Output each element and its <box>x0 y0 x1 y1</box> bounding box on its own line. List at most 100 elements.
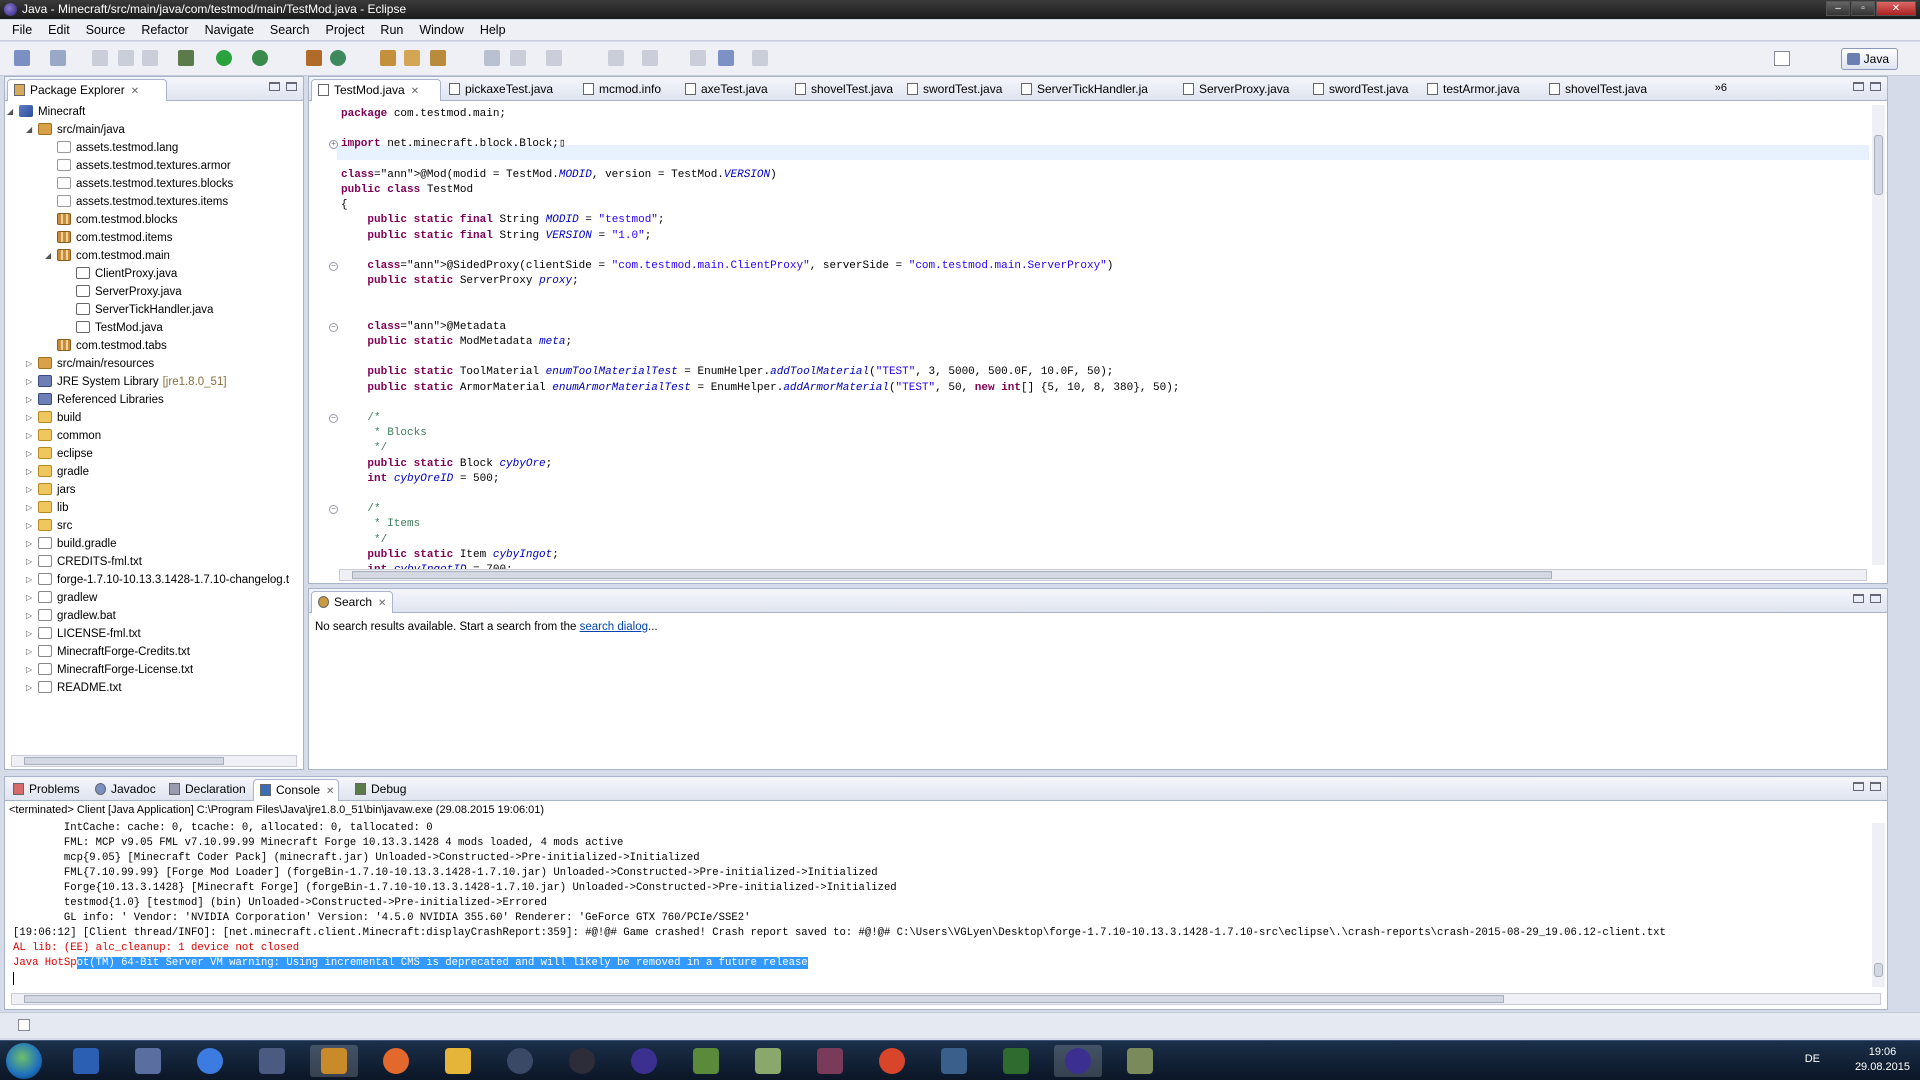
minimize-button[interactable]: – <box>1826 1 1850 16</box>
forward-icon[interactable] <box>718 50 734 66</box>
taskbar-app[interactable] <box>1054 1045 1102 1077</box>
tree-item[interactable]: ServerProxy.java <box>76 283 182 301</box>
close-search-tab-icon[interactable]: ✕ <box>378 598 386 609</box>
save-all-icon[interactable] <box>118 50 134 66</box>
tab-problems[interactable]: Problems <box>7 779 87 801</box>
tab-debug[interactable]: Debug <box>349 779 419 801</box>
editor-tab[interactable]: testArmor.java <box>1421 79 1541 101</box>
maximize-view-icon[interactable] <box>286 82 297 91</box>
taskbar-app[interactable] <box>62 1045 110 1077</box>
menu-navigate[interactable]: Navigate <box>197 23 262 37</box>
expand-arrow-icon[interactable]: ▷ <box>26 463 32 481</box>
taskbar-app[interactable] <box>1116 1045 1164 1077</box>
back-to-icon[interactable] <box>642 50 658 66</box>
console-vertical-scrollbar[interactable] <box>1872 823 1885 987</box>
close-console-tab-icon[interactable]: ✕ <box>326 786 334 797</box>
menu-file[interactable]: File <box>4 23 40 37</box>
expand-arrow-icon[interactable]: ▷ <box>26 499 32 517</box>
annotation-icon[interactable] <box>484 50 500 66</box>
tree-item[interactable]: ▷ eclipse <box>26 445 93 463</box>
vertical-scrollbar[interactable] <box>1872 105 1885 565</box>
console-selected-line[interactable]: Java HotSpot(TM) 64-Bit Server VM warnin… <box>13 956 808 971</box>
tree-item[interactable]: com.testmod.tabs <box>57 337 167 355</box>
tree-item[interactable]: com.testmod.items <box>57 229 173 247</box>
code-line[interactable]: { <box>341 198 348 213</box>
close-button[interactable]: ✕ <box>1876 1 1916 16</box>
tab-javadoc[interactable]: Javadoc <box>89 779 161 801</box>
taskbar-app[interactable] <box>372 1045 420 1077</box>
expand-arrow-icon[interactable]: ▷ <box>26 355 32 373</box>
expand-arrow-icon[interactable]: ▷ <box>26 535 32 553</box>
editor-tab[interactable]: shovelTest.java <box>789 79 899 101</box>
editor-tab[interactable]: TestMod.java ✕ <box>311 79 441 101</box>
expand-arrow-icon[interactable]: ▷ <box>26 571 32 589</box>
taskbar-clock[interactable]: 19:06 29.08.2015 <box>1855 1045 1910 1075</box>
expand-arrow-icon[interactable]: ▷ <box>26 589 32 607</box>
code-line[interactable]: public static final String MODID = "test… <box>341 213 664 228</box>
new-java-project-icon[interactable] <box>306 50 322 66</box>
tree-item[interactable]: ▷ LICENSE-fml.txt <box>26 625 141 643</box>
print-icon[interactable] <box>142 50 158 66</box>
minimize-search-icon[interactable] <box>1853 594 1864 603</box>
tab-package-explorer[interactable]: Package Explorer ✕ <box>7 79 167 101</box>
taskbar-app[interactable] <box>992 1045 1040 1077</box>
taskbar-app[interactable] <box>558 1045 606 1077</box>
taskbar-app[interactable] <box>248 1045 296 1077</box>
taskbar-app[interactable] <box>496 1045 544 1077</box>
code-line[interactable]: class="ann">@SidedProxy(clientSide = "co… <box>341 259 1113 274</box>
editor-horizontal-scrollbar[interactable] <box>339 569 1867 581</box>
code-line[interactable]: class="ann">@Metadata <box>341 320 506 335</box>
tree-item[interactable]: ▷ build <box>26 409 81 427</box>
taskbar-app[interactable] <box>620 1045 668 1077</box>
run-icon[interactable] <box>216 50 232 66</box>
tree-item[interactable]: ▷ README.txt <box>26 679 122 697</box>
expand-arrow-icon[interactable]: ▷ <box>26 517 32 535</box>
last-edit-icon[interactable] <box>608 50 624 66</box>
tree-item[interactable]: ▷ CREDITS-fml.txt <box>26 553 142 571</box>
editor-tab[interactable]: pickaxeTest.java <box>443 79 575 101</box>
maximize-search-icon[interactable] <box>1870 594 1881 603</box>
tree-item[interactable]: ▷ src/main/resources <box>26 355 154 373</box>
menu-source[interactable]: Source <box>78 23 134 37</box>
taskbar-app[interactable] <box>930 1045 978 1077</box>
tree-item[interactable]: ▷ MinecraftForge-License.txt <box>26 661 193 679</box>
open-perspective-icon[interactable] <box>1774 51 1790 66</box>
code-line[interactable]: class="ann">@Mod(modid = TestMod.MODID, … <box>341 168 777 183</box>
tree-item[interactable]: ▷ JRE System Library [jre1.8.0_51] <box>26 373 227 391</box>
code-line[interactable]: package com.testmod.main; <box>341 107 506 122</box>
taskbar-app[interactable] <box>868 1045 916 1077</box>
tree-item[interactable]: assets.testmod.textures.armor <box>57 157 231 175</box>
expand-arrow-icon[interactable]: ▷ <box>26 409 32 427</box>
tab-search[interactable]: Search ✕ <box>311 591 393 613</box>
tree-item[interactable]: ▷ gradlew.bat <box>26 607 116 625</box>
taskbar-app[interactable] <box>186 1045 234 1077</box>
code-line[interactable]: public static Item cybyIngot; <box>341 548 558 563</box>
external-tools-icon[interactable] <box>252 50 268 66</box>
tree-item[interactable]: ▷ gradlew <box>26 589 97 607</box>
menu-search[interactable]: Search <box>262 23 318 37</box>
taskbar-app[interactable] <box>744 1045 792 1077</box>
editor-tab[interactable]: swordTest.java <box>1307 79 1419 101</box>
console-horizontal-scrollbar[interactable] <box>11 993 1881 1005</box>
code-line[interactable]: /* <box>341 411 380 426</box>
input-language[interactable]: DE <box>1805 1053 1820 1065</box>
maximize-editor-icon[interactable] <box>1870 82 1881 91</box>
expand-arrow-icon[interactable]: ▷ <box>26 391 32 409</box>
expand-arrow-icon[interactable]: ▷ <box>26 445 32 463</box>
new-class-icon[interactable] <box>330 50 346 66</box>
menu-window[interactable]: Window <box>411 23 471 37</box>
tree-item[interactable]: ▷ lib <box>26 499 69 517</box>
code-line[interactable]: */ <box>341 533 387 548</box>
tree-item[interactable]: ▷ common <box>26 427 101 445</box>
tree-item[interactable]: ▷ Referenced Libraries <box>26 391 164 409</box>
tree-item[interactable]: ▷ forge-1.7.10-10.13.3.1428-1.7.10-change… <box>26 571 289 589</box>
tree-item[interactable]: assets.testmod.textures.blocks <box>57 175 233 193</box>
java-perspective-button[interactable]: Java <box>1840 48 1898 70</box>
tree-item[interactable]: ◢ Minecraft <box>7 103 85 121</box>
collapse-fold-icon[interactable]: − <box>329 262 338 271</box>
taskbar-app[interactable] <box>310 1045 358 1077</box>
menu-help[interactable]: Help <box>472 23 514 37</box>
collapse-fold-icon[interactable]: − <box>329 505 338 515</box>
tree-item[interactable]: assets.testmod.textures.items <box>57 193 228 211</box>
tab-console[interactable]: Console ✕ <box>253 779 339 801</box>
